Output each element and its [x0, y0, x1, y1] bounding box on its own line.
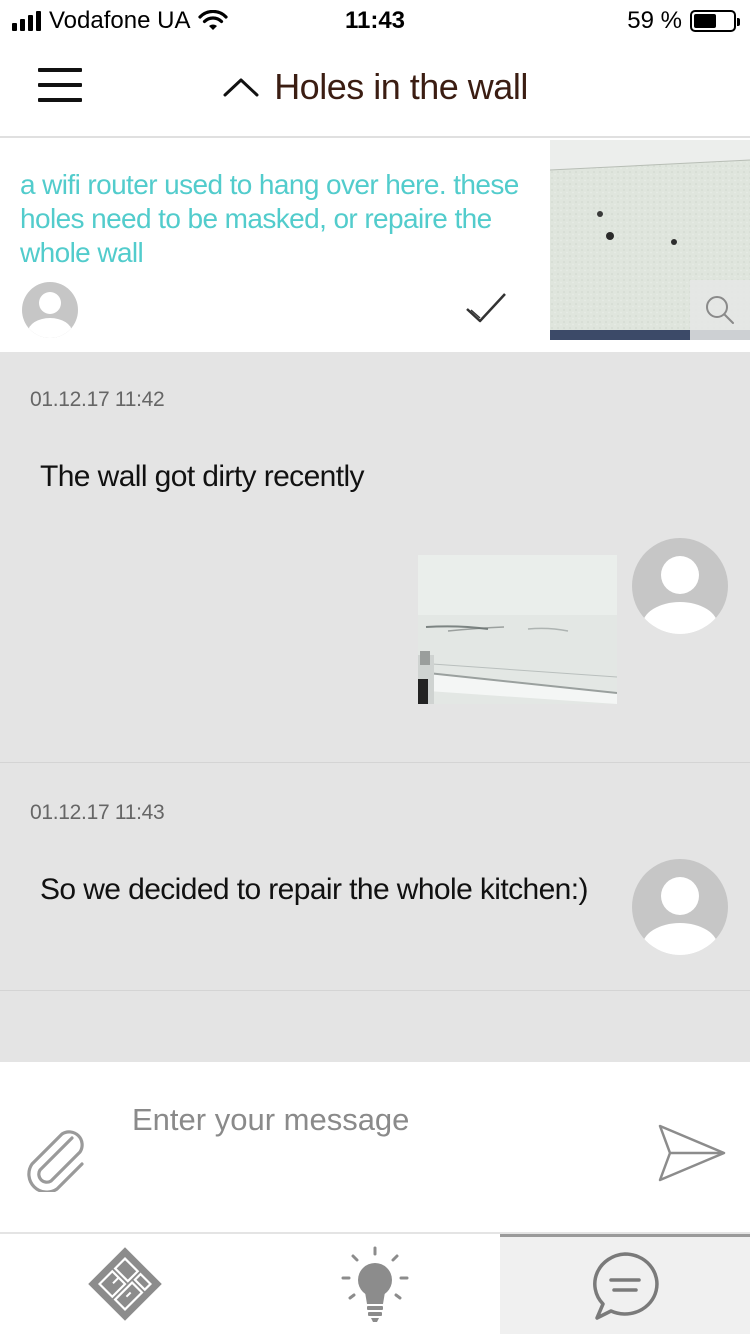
- title-toggle[interactable]: Holes in the wall: [0, 66, 750, 108]
- message-composer: [0, 1062, 750, 1234]
- checkmark-icon[interactable]: [464, 290, 508, 326]
- message-date: 01.12.17 11:42: [30, 388, 165, 411]
- tab-plan[interactable]: [0, 1234, 250, 1334]
- avatar[interactable]: [632, 538, 728, 639]
- message-text: The wall got dirty recently: [40, 460, 365, 493]
- avatar[interactable]: [22, 282, 78, 343]
- task-photo[interactable]: [550, 140, 750, 340]
- chat-area[interactable]: 01.12.17 11:42 The wall got dirty recent…: [0, 352, 750, 1062]
- status-right: 59 %: [627, 7, 740, 35]
- search-icon[interactable]: [704, 294, 736, 326]
- send-icon[interactable]: [656, 1122, 728, 1184]
- chat-bubble-icon[interactable]: [587, 1248, 663, 1324]
- message-date: 01.12.17 11:43: [30, 801, 165, 824]
- avatar[interactable]: [632, 859, 728, 960]
- zoom-button[interactable]: [690, 280, 750, 340]
- tab-ideas[interactable]: [250, 1234, 500, 1334]
- battery-percent: 59 %: [627, 7, 682, 34]
- tab-chat[interactable]: [500, 1234, 750, 1334]
- header: Holes in the wall: [0, 40, 750, 138]
- status-bar: Vodafone UA 11:43 59 %: [0, 0, 750, 40]
- message-photo[interactable]: [418, 555, 617, 704]
- lightbulb-icon[interactable]: [335, 1242, 415, 1326]
- chevron-up-icon[interactable]: [222, 76, 260, 98]
- page-title: Holes in the wall: [274, 66, 528, 107]
- paperclip-icon[interactable]: [20, 1122, 90, 1192]
- task-card: a wifi router used to hang over here. th…: [0, 140, 750, 352]
- message-input[interactable]: [118, 1090, 618, 1150]
- floor-plan-icon[interactable]: [85, 1244, 165, 1324]
- task-description: a wifi router used to hang over here. th…: [20, 169, 519, 268]
- chat-message: 01.12.17 11:43 So we decided to repair t…: [0, 763, 750, 991]
- message-text: So we decided to repair the whole kitche…: [40, 873, 588, 906]
- chat-message: 01.12.17 11:42 The wall got dirty recent…: [0, 352, 750, 763]
- bottom-nav: [0, 1234, 750, 1334]
- battery-icon: [690, 10, 740, 32]
